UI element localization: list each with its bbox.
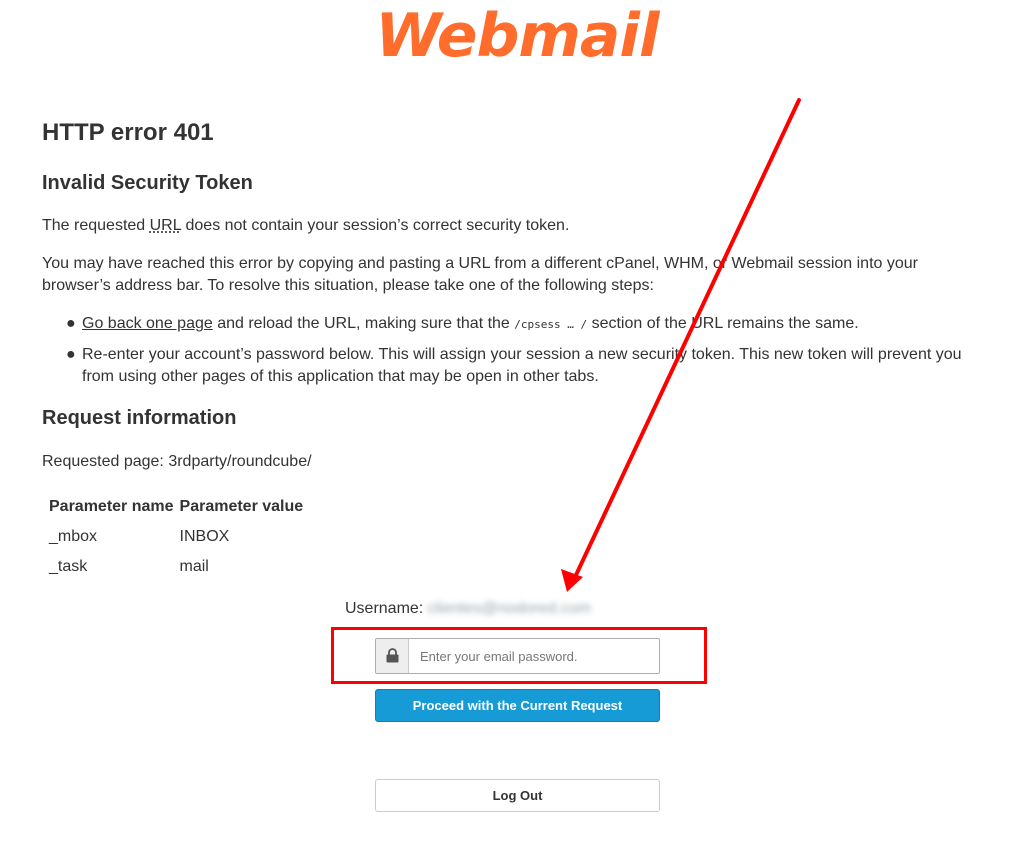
password-field[interactable] — [375, 638, 660, 674]
column-header: Parameter name — [49, 498, 174, 515]
param-name: _task — [49, 558, 88, 575]
webmail-logo: Webmail — [375, 4, 662, 66]
bullet-icon: ● — [66, 346, 76, 363]
svg-text:Webmail: Webmail — [375, 4, 661, 66]
password-input[interactable] — [410, 639, 660, 673]
lock-icon — [386, 648, 399, 663]
error-title: HTTP error 401 — [42, 119, 214, 146]
cpsess-code: /cpsess … / — [514, 318, 588, 331]
error-explanation: You may have reached this error by copyi… — [42, 255, 918, 294]
username-value: clientes@nodored.com — [427, 600, 592, 617]
parameter-table: Parameter name Parameter value _mbox INB… — [46, 492, 306, 582]
username-line: Username: clientes@nodored.com — [345, 600, 591, 618]
error-intro: The requested URL does not contain your … — [42, 217, 570, 234]
go-back-link[interactable]: Go back one page — [82, 315, 213, 332]
param-name: _mbox — [49, 528, 98, 545]
table-row: _mbox INBOX — [46, 522, 306, 552]
param-value: mail — [179, 558, 209, 575]
username-label: Username: — [345, 600, 424, 617]
column-header: Parameter value — [179, 498, 304, 515]
error-subtitle: Invalid Security Token — [42, 172, 253, 194]
url-abbr: URL — [149, 217, 182, 234]
table-row: _task mail — [46, 552, 306, 582]
password-icon-box — [376, 639, 409, 673]
table-header-row: Parameter name Parameter value — [46, 492, 306, 522]
list-item: ● Re-enter your account’s password below.… — [66, 346, 962, 385]
request-info-heading: Request information — [42, 407, 237, 429]
requested-page: Requested page: 3rdparty/roundcube/ — [42, 453, 312, 470]
proceed-button[interactable]: Proceed with the Current Request — [375, 689, 660, 722]
list-item: ● Go back one page and reload the URL, ma… — [66, 313, 982, 336]
logout-button[interactable]: Log Out — [375, 779, 660, 812]
bullet-icon: ● — [66, 315, 76, 332]
param-value: INBOX — [179, 528, 230, 545]
resolution-steps: ● Go back one page and reload the URL, ma… — [42, 313, 982, 396]
